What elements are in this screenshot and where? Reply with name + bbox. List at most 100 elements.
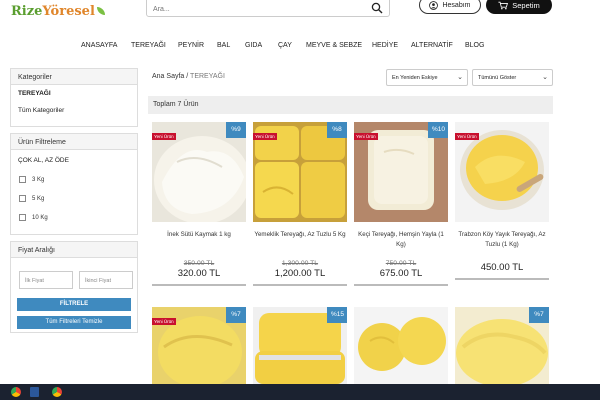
product-price: 1,200.00 TL [274, 268, 326, 279]
filter-group-title: ÇOK AL, AZ ÖDE [18, 157, 69, 164]
product-image[interactable]: %15 [253, 307, 347, 384]
checkbox[interactable] [19, 176, 26, 183]
nav-item-tereyagi[interactable]: TEREYAĞI [131, 42, 166, 49]
logo-text-part1: Rize [11, 3, 43, 19]
product-image[interactable]: Yeni Ürün %10 [354, 122, 448, 222]
main-nav: ANASAYFA TEREYAĞI PEYNİR BAL GIDA ÇAY ME… [0, 38, 600, 54]
breadcrumb-home[interactable]: Ana Sayfa [152, 73, 184, 80]
search-input[interactable] [147, 1, 357, 18]
logo-text-part2: Yöresel [42, 3, 95, 19]
category-item[interactable]: TEREYAĞI [11, 85, 137, 100]
new-product-badge: Yeni Ürün [354, 133, 378, 140]
nav-item-blog[interactable]: BLOG [465, 42, 484, 49]
category-item[interactable]: Tüm Kategoriler [11, 100, 137, 117]
search-icon[interactable] [371, 2, 383, 14]
filter-option-10kg[interactable]: 10 Kg [11, 208, 137, 227]
filter-option-3kg[interactable]: 3 Kg [11, 170, 137, 189]
product-name[interactable]: Yemeklik Tereyağı, Az Tuzlu 5 Kg [253, 230, 347, 252]
price-title: Fiyat Aralığı [11, 242, 137, 258]
discount-badge: %7 [529, 307, 549, 323]
max-price-input[interactable]: İkinci Fiyat [79, 271, 133, 289]
product-card[interactable] [354, 307, 448, 384]
clear-filters-button[interactable]: Tüm Filtreleri Temizle [17, 316, 131, 329]
card-divider [354, 284, 448, 286]
product-image[interactable]: Yeni Ürün [455, 122, 549, 222]
product-card[interactable]: %15 [253, 307, 347, 384]
option-label: 5 Kg [32, 195, 45, 202]
cart-button[interactable]: 0 Sepetim [486, 0, 552, 14]
new-product-badge: Yeni Ürün [152, 133, 176, 140]
product-count-bar: Toplam 7 Ürün [148, 96, 553, 114]
chrome-icon[interactable] [11, 387, 21, 397]
show-count-value: Tümünü Göster [478, 75, 517, 81]
product-image[interactable]: Yeni Ürün %7 [152, 307, 246, 384]
breadcrumb-current: TEREYAĞI [190, 73, 225, 80]
user-icon [429, 0, 439, 10]
checkbox[interactable] [19, 214, 26, 221]
old-price: 750.00 TL [385, 260, 417, 267]
filter-button[interactable]: FİLTRELE [17, 298, 131, 311]
product-card[interactable]: Yeni Ürün %8 Yemeklik Tereyağı, Az Tuzlu… [253, 122, 347, 286]
word-icon[interactable] [30, 387, 39, 397]
discount-badge: %7 [226, 307, 246, 323]
discount-badge: %10 [428, 122, 448, 138]
leaf-icon [96, 7, 105, 15]
checkbox[interactable] [19, 195, 26, 202]
header: Rize Yöresel Hesabım 0 Sepetim [0, 0, 600, 40]
product-image[interactable]: Yeni Ürün %8 [253, 122, 347, 222]
product-image[interactable]: %7 [455, 307, 549, 384]
product-name[interactable]: Keçi Tereyağı, Hemşin Yayla (1 Kg) [354, 230, 448, 252]
chevron-down-icon: ⌄ [457, 74, 463, 81]
product-card[interactable]: Yeni Ürün Trabzon Köy Yayık Tereyağı, Az… [455, 122, 549, 280]
chrome-icon[interactable] [52, 387, 62, 397]
old-price: 1,300.00 TL [281, 260, 319, 267]
new-product-badge: Yeni Ürün [152, 318, 176, 325]
product-card[interactable]: Yeni Ürün %7 [152, 307, 246, 384]
product-name[interactable]: Trabzon Köy Yayık Tereyağı, Az Tuzlu (1 … [455, 230, 549, 252]
nav-item-cay[interactable]: ÇAY [278, 42, 292, 49]
product-image[interactable]: Yeni Ürün %9 [152, 122, 246, 222]
account-button[interactable]: Hesabım [419, 0, 481, 14]
product-card[interactable]: Yeni Ürün %9 İnek Sütü Kaymak 1 kg 350.0… [152, 122, 246, 286]
new-product-badge: Yeni Ürün [253, 133, 277, 140]
card-divider [152, 284, 246, 286]
nav-item-meyve-sebze[interactable]: MEYVE & SEBZE [306, 42, 362, 49]
option-label: 3 Kg [32, 176, 45, 183]
min-price-input[interactable]: İlk Fiyat [19, 271, 73, 289]
discount-badge: %9 [226, 122, 246, 138]
product-price: 675.00 TL [379, 268, 423, 279]
breadcrumb-separator: / [186, 73, 189, 80]
show-count-select[interactable]: Tümünü Göster ⌄ [472, 69, 553, 86]
nav-item-anasayfa[interactable]: ANASAYFA [81, 42, 117, 49]
filter-panel: Ürün Filtreleme ÇOK AL, AZ ÖDE 3 Kg 5 Kg… [10, 133, 138, 235]
sort-order-value: En Yeniden Eskiye [392, 75, 438, 81]
product-card[interactable]: %7 [455, 307, 549, 384]
cart-count-badge: 0 [500, 0, 503, 1]
categories-title: Kategoriler [11, 69, 137, 85]
product-price: 450.00 TL [480, 262, 524, 273]
price-panel: Fiyat Aralığı İlk Fiyat İkinci Fiyat FİL… [10, 241, 138, 333]
search-bar [146, 0, 390, 18]
product-image[interactable] [354, 307, 448, 384]
nav-item-peynir[interactable]: PEYNİR [178, 42, 204, 49]
option-label: 10 Kg [32, 214, 48, 221]
filter-option-5kg[interactable]: 5 Kg [11, 189, 137, 208]
filter-title: Ürün Filtreleme [11, 134, 137, 150]
card-divider [253, 284, 347, 286]
product-card[interactable]: Yeni Ürün %10 Keçi Tereyağı, Hemşin Yayl… [354, 122, 448, 286]
product-name[interactable]: İnek Sütü Kaymak 1 kg [152, 230, 246, 252]
new-product-badge: Yeni Ürün [455, 133, 479, 140]
account-label: Hesabım [442, 1, 471, 9]
site-logo[interactable]: Rize Yöresel [11, 1, 105, 21]
nav-item-bal[interactable]: BAL [217, 42, 230, 49]
nav-item-hediye[interactable]: HEDİYE [372, 42, 398, 49]
discount-badge: %15 [327, 307, 347, 323]
sort-order-select[interactable]: En Yeniden Eskiye ⌄ [386, 69, 468, 86]
card-divider [455, 278, 549, 280]
old-price: 350.00 TL [183, 260, 215, 267]
discount-badge: %8 [327, 122, 347, 138]
nav-item-gida[interactable]: GIDA [245, 42, 262, 49]
chevron-down-icon: ⌄ [542, 74, 548, 81]
nav-item-alternatif[interactable]: ALTERNATİF [411, 42, 453, 49]
cart-label: Sepetim [512, 0, 540, 10]
